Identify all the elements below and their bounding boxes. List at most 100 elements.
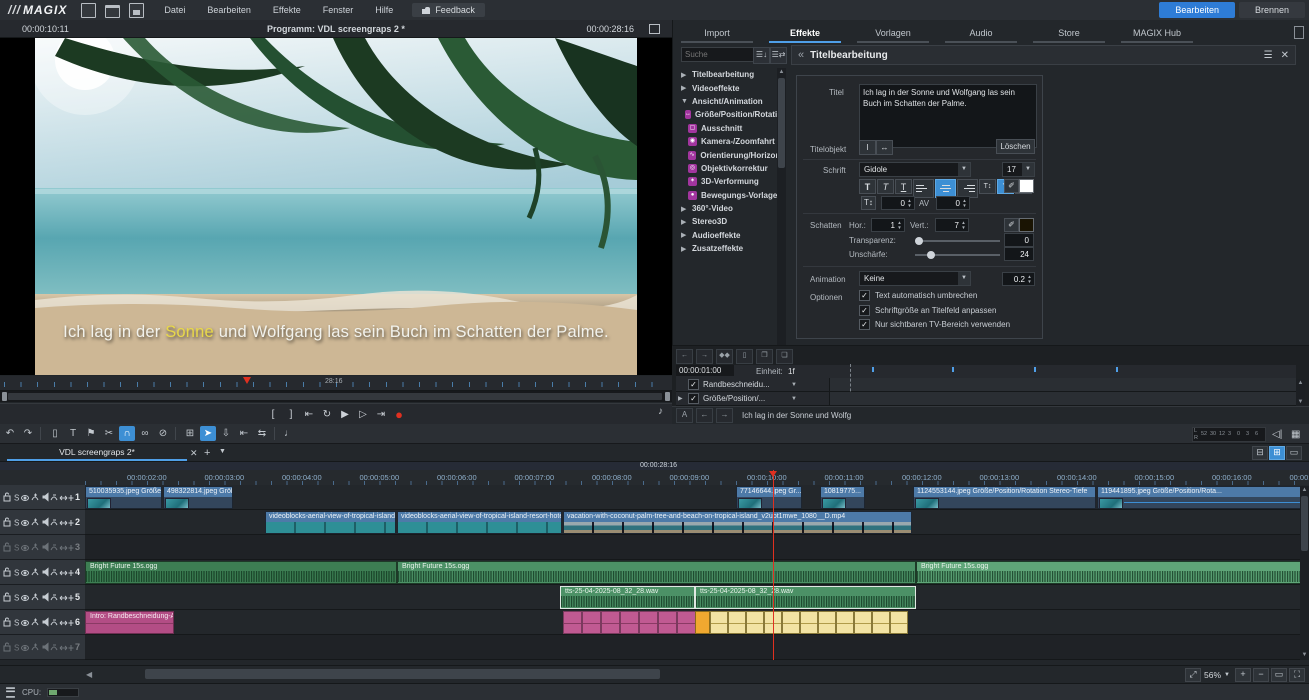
animation-speed-input[interactable]: 0.2▲▼ xyxy=(1002,272,1035,286)
play-button[interactable]: ▶ xyxy=(338,407,352,421)
kerning-input[interactable]: 0▲▼ xyxy=(936,196,970,210)
tree-expand-icon[interactable]: ▶ xyxy=(681,71,688,79)
move-left-icon[interactable]: ⇤ xyxy=(236,426,252,441)
clip-title-object[interactable] xyxy=(728,611,746,634)
speaker-icon[interactable]: ◁| xyxy=(1272,429,1282,440)
keyframe-row-1[interactable]: ▶✓Größe/Position/...▼ xyxy=(676,392,1296,406)
clip-title-object[interactable] xyxy=(890,611,908,634)
mixer-icon[interactable]: ▦ xyxy=(1291,429,1300,440)
delete-icon[interactable]: ▯ xyxy=(47,426,63,441)
clip-audio-music[interactable]: Bright Future 15s.ogg xyxy=(916,561,1309,584)
font-size-select[interactable]: 17▼ xyxy=(1002,162,1035,177)
font-color-swatch[interactable] xyxy=(1019,179,1034,193)
tab-import[interactable]: Import xyxy=(673,25,761,43)
blur-slider[interactable] xyxy=(915,254,1000,256)
clip-title-object[interactable] xyxy=(658,611,677,634)
italic-button[interactable]: T xyxy=(877,179,894,194)
add-project-icon[interactable]: + xyxy=(204,447,210,459)
tab-magix-hub[interactable]: MAGIX Hub xyxy=(1113,25,1201,43)
scroll-down-icon[interactable]: ▼ xyxy=(1300,651,1309,660)
title-subtitle-text[interactable]: Ich lag in der Sonne und Wolfgang las se… xyxy=(35,323,637,342)
range-in-button[interactable]: [ xyxy=(266,407,280,421)
track-buttons[interactable]: S xyxy=(3,592,75,602)
audio-tool-icon[interactable]: ♩ xyxy=(281,426,297,441)
new-file-icon[interactable] xyxy=(81,3,96,18)
kf-paste-icon[interactable]: ❏ xyxy=(776,349,793,364)
fullscreen-button[interactable]: ⛶ xyxy=(1289,668,1305,682)
track-header-5[interactable]: S5 xyxy=(0,585,86,610)
track-header-7[interactable]: S7 xyxy=(0,635,86,660)
checkbox-icon[interactable]: ✓ xyxy=(688,393,699,404)
text-cursor-icon[interactable]: I xyxy=(859,140,876,155)
keyframe-lane[interactable] xyxy=(829,378,1296,391)
prev-keyframe-icon[interactable]: ← xyxy=(696,408,713,423)
tree-videoeffekte[interactable]: ▶Videoeffekte xyxy=(673,81,783,94)
track-header-1[interactable]: S1 xyxy=(0,485,86,510)
row-checkbox[interactable]: ✓ xyxy=(688,393,699,404)
frame-view-button[interactable]: ▭ xyxy=(1271,668,1287,682)
shadow-hor-input[interactable]: 1▲▼ xyxy=(871,218,905,232)
font-color-picker-icon[interactable]: ✐ xyxy=(1004,179,1019,193)
razor-icon[interactable]: ✂ xyxy=(101,426,117,441)
clip-photo[interactable]: 498322814.jpeg Größe/Pos... xyxy=(163,486,233,509)
tree-stereo3d[interactable]: ▶Stereo3D xyxy=(673,215,783,228)
clip-title-object[interactable] xyxy=(800,611,818,634)
kf-add-icon[interactable]: ◆◆ xyxy=(716,349,733,364)
search-input[interactable] xyxy=(681,47,757,62)
tab-store[interactable]: Store xyxy=(1025,25,1113,43)
tree-gr-e-position-rotation[interactable]: ↔Größe/Position/Rotation xyxy=(673,108,783,121)
timeline-ruler[interactable]: 00:00:02:0000:00:03:0000:00:04:0000:00:0… xyxy=(0,470,1309,486)
row-dropdown-icon[interactable]: ▼ xyxy=(791,396,797,402)
tree-expand-icon[interactable]: ▶ xyxy=(681,245,688,253)
clip-audio-music[interactable]: Bright Future 15s.ogg xyxy=(397,561,916,584)
tree-expand-icon[interactable]: ▶ xyxy=(681,231,688,239)
track-scrollbar[interactable]: ▲ ▼ xyxy=(1300,486,1309,660)
line-spacing-icon[interactable]: T↕ xyxy=(861,196,876,210)
clip-audio-music[interactable]: Bright Future 15s.ogg xyxy=(85,561,397,584)
clip-title-object[interactable] xyxy=(854,611,872,634)
record-button[interactable]: ● xyxy=(392,407,406,421)
panel-close-icon[interactable]: ✕ xyxy=(1281,50,1289,61)
ungroup-icon[interactable]: ⊘ xyxy=(155,426,171,441)
view-mode-icon-2[interactable]: ▭ xyxy=(1286,446,1302,460)
close-project-icon[interactable]: ✕ xyxy=(190,448,198,459)
view-mode-icon-1[interactable]: ⊞ xyxy=(1269,446,1285,460)
row-checkbox[interactable]: ✓ xyxy=(688,379,699,390)
range-fill[interactable] xyxy=(8,393,662,400)
mouse-mode-icon[interactable]: ➤ xyxy=(200,426,216,441)
undo-icon[interactable]: ↶ xyxy=(2,426,18,441)
tab-effekte[interactable]: Effekte xyxy=(761,25,849,43)
project-dropdown-icon[interactable]: ▼ xyxy=(219,448,226,455)
keyframe-row-0[interactable]: ✓Randbeschneidu...▼ xyxy=(676,378,1296,392)
fit-width-icon[interactable]: ↔ xyxy=(876,140,893,155)
filter-icon[interactable]: ☰⇄ xyxy=(770,47,787,64)
title-icon[interactable]: T xyxy=(65,426,81,441)
tree-360-video[interactable]: ▶360°-Video xyxy=(673,202,783,215)
group-icon[interactable]: ∞ xyxy=(137,426,153,441)
checkbox-icon[interactable]: ✓ xyxy=(859,305,870,316)
track-header-2[interactable]: S2 xyxy=(0,510,86,535)
zoom-out-button[interactable]: − xyxy=(1253,668,1269,682)
scroll-left-icon[interactable]: ◀ xyxy=(86,670,92,679)
shadow-color-swatch[interactable] xyxy=(1019,218,1034,232)
save-icon[interactable] xyxy=(129,3,144,18)
tree-audioeffekte[interactable]: ▶Audioeffekte xyxy=(673,229,783,242)
tree-titelbearbeitung[interactable]: ▶Titelbearbeitung xyxy=(673,68,783,81)
preview-range-bar[interactable] xyxy=(0,391,672,402)
feedback-button[interactable]: Feedback xyxy=(412,3,485,17)
keyframe-ruler[interactable]: 00:00:01:00 Einheit: 1f xyxy=(676,365,1296,379)
tree-expand-icon[interactable]: ▼ xyxy=(681,98,688,105)
clip-photo[interactable]: 77146644.jpeg Gr... xyxy=(736,486,802,509)
clip-title-object[interactable] xyxy=(582,611,601,634)
sort-icon[interactable]: ☰↓ xyxy=(753,47,770,64)
preview-scrub-ruler[interactable]: 28:16 xyxy=(0,376,672,391)
clip-title-object[interactable] xyxy=(710,611,728,634)
checkbox-icon[interactable]: ✓ xyxy=(859,290,870,301)
track-lane-7[interactable] xyxy=(85,635,1309,660)
scroll-up-icon[interactable]: ▲ xyxy=(1296,379,1305,388)
clip-title-object[interactable] xyxy=(639,611,658,634)
menu-bearbeiten[interactable]: Bearbeiten xyxy=(196,5,262,15)
animation-select[interactable]: Keine▼ xyxy=(859,271,971,286)
clip-title-object[interactable] xyxy=(836,611,854,634)
play-range-button[interactable]: ▷ xyxy=(356,407,370,421)
